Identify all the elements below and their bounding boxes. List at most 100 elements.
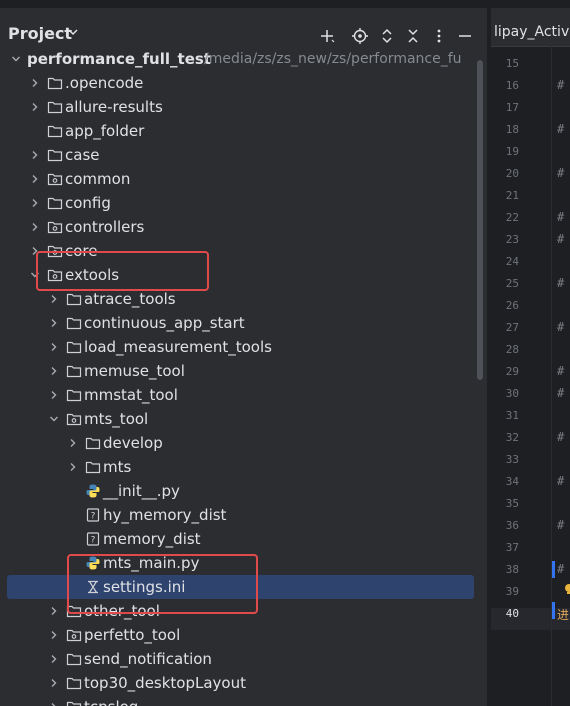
line-number: 25 (505, 277, 519, 290)
chevron-right-icon[interactable] (67, 461, 79, 473)
chevron-down-icon[interactable] (66, 25, 80, 39)
chevron-right-icon[interactable] (29, 173, 41, 185)
svg-text:?: ? (91, 512, 96, 522)
tree-row[interactable]: continuous_app_start (0, 311, 487, 335)
tree-row[interactable]: controllers (0, 215, 487, 239)
tree-item-label: send_notification (84, 650, 212, 668)
chevron-right-icon[interactable] (48, 341, 60, 353)
line-number: 21 (505, 189, 519, 202)
line-number: 17 (505, 101, 519, 114)
tree-row[interactable]: mmstat_tool (0, 383, 487, 407)
tree-row[interactable]: send_notification (0, 647, 487, 671)
expand-all-icon[interactable] (378, 27, 396, 45)
highlight-box-extools (36, 251, 209, 291)
tree-item-label: allure-results (65, 98, 163, 116)
tree-row[interactable]: ? hy_memory_dist (0, 503, 487, 527)
tree-row[interactable]: perfetto_tool (0, 623, 487, 647)
folder-icon (66, 653, 82, 666)
collapse-all-icon[interactable] (404, 27, 422, 45)
project-panel-title[interactable]: Project (8, 24, 72, 43)
chevron-right-icon[interactable] (48, 365, 60, 377)
more-options-icon[interactable] (430, 27, 448, 45)
line-number: 16 (505, 79, 519, 92)
locate-icon[interactable] (351, 27, 369, 45)
tree-row[interactable]: common (0, 167, 487, 191)
package-folder-icon (66, 629, 82, 642)
code-fragment: # (557, 474, 565, 488)
folder-icon (47, 125, 63, 138)
code-fragment: # (557, 210, 565, 224)
line-number: 24 (505, 255, 519, 268)
tree-item-label: mmstat_tool (84, 386, 178, 404)
line-number: 33 (505, 453, 519, 466)
chevron-down-icon[interactable] (48, 413, 60, 425)
folder-icon (47, 77, 63, 90)
tree-row[interactable]: config (0, 191, 487, 215)
tree-item-label: load_measurement_tools (84, 338, 272, 356)
tree-row[interactable]: performance_full_test/media/zs/zs_new/zs… (0, 47, 487, 71)
folder-icon (66, 389, 82, 402)
chevron-right-icon[interactable] (29, 149, 41, 161)
line-number: 40 (505, 607, 519, 620)
chevron-right-icon[interactable] (48, 293, 60, 305)
tree-item-label: top30_desktopLayout (84, 674, 246, 692)
chevron-right-icon[interactable] (48, 677, 60, 689)
line-number: 15 (505, 57, 519, 70)
tree-row[interactable]: app_folder (0, 119, 487, 143)
folder-icon (66, 677, 82, 690)
tree-row[interactable]: .opencode (0, 71, 487, 95)
tree-row[interactable]: load_measurement_tools (0, 335, 487, 359)
unknown-file-icon: ? (86, 508, 100, 522)
chevron-right-icon[interactable] (48, 605, 60, 617)
chevron-right-icon[interactable] (29, 77, 41, 89)
chevron-right-icon[interactable] (29, 197, 41, 209)
tree-row[interactable]: mts_tool (0, 407, 487, 431)
tree-row[interactable]: __init__.py (0, 479, 487, 503)
editor-tab[interactable]: lipay_Activ (491, 8, 570, 47)
tree-row[interactable]: ? memory_dist (0, 527, 487, 551)
chevron-down-icon[interactable] (10, 53, 22, 65)
line-number: 27 (505, 321, 519, 334)
tree-row[interactable]: case (0, 143, 487, 167)
chevron-right-icon[interactable] (29, 101, 41, 113)
folder-icon (66, 317, 82, 330)
folder-icon (85, 437, 101, 450)
chevron-right-icon[interactable] (48, 389, 60, 401)
code-fragment: # (557, 232, 565, 246)
code-fragment: # (557, 276, 565, 290)
tree-item-label: performance_full_test (27, 50, 211, 68)
line-number: 28 (505, 343, 519, 356)
tree-row[interactable]: memuse_tool (0, 359, 487, 383)
chevron-right-icon[interactable] (48, 629, 60, 641)
package-folder-icon (66, 413, 82, 426)
tree-item-label: continuous_app_start (84, 314, 245, 332)
minimize-icon[interactable] (456, 27, 474, 45)
code-fragment: # (557, 78, 565, 92)
tree-row[interactable]: top30_desktopLayout (0, 671, 487, 695)
tree-item-label: mts (103, 458, 132, 476)
change-marker[interactable] (552, 602, 555, 619)
tree-item-label: __init__.py (103, 482, 180, 500)
code-fragment: # (557, 562, 565, 576)
folder-icon (47, 197, 63, 210)
line-number: 34 (505, 475, 519, 488)
add-icon[interactable] (318, 27, 336, 45)
chevron-right-icon[interactable] (48, 653, 60, 665)
tree-row[interactable]: allure-results (0, 95, 487, 119)
tree-row[interactable]: mts (0, 455, 487, 479)
tree-row[interactable]: tcpslog (0, 695, 487, 706)
chevron-right-icon[interactable] (48, 317, 60, 329)
line-number: 18 (505, 123, 519, 136)
chevron-right-icon[interactable] (48, 701, 60, 706)
tree-item-path: /media/zs/zs_new/zs/performance_fu (204, 51, 462, 67)
bulb-icon[interactable] (563, 583, 570, 595)
editor-tab-label: lipay_Activ (494, 24, 570, 40)
change-marker[interactable] (552, 561, 555, 578)
line-number: 22 (505, 211, 519, 224)
chevron-right-icon[interactable] (67, 437, 79, 449)
chevron-right-icon[interactable] (29, 221, 41, 233)
code-fragment: # (557, 518, 565, 532)
tree-item-label: case (65, 146, 100, 164)
tree-scrollbar[interactable] (477, 60, 483, 380)
tree-row[interactable]: develop (0, 431, 487, 455)
